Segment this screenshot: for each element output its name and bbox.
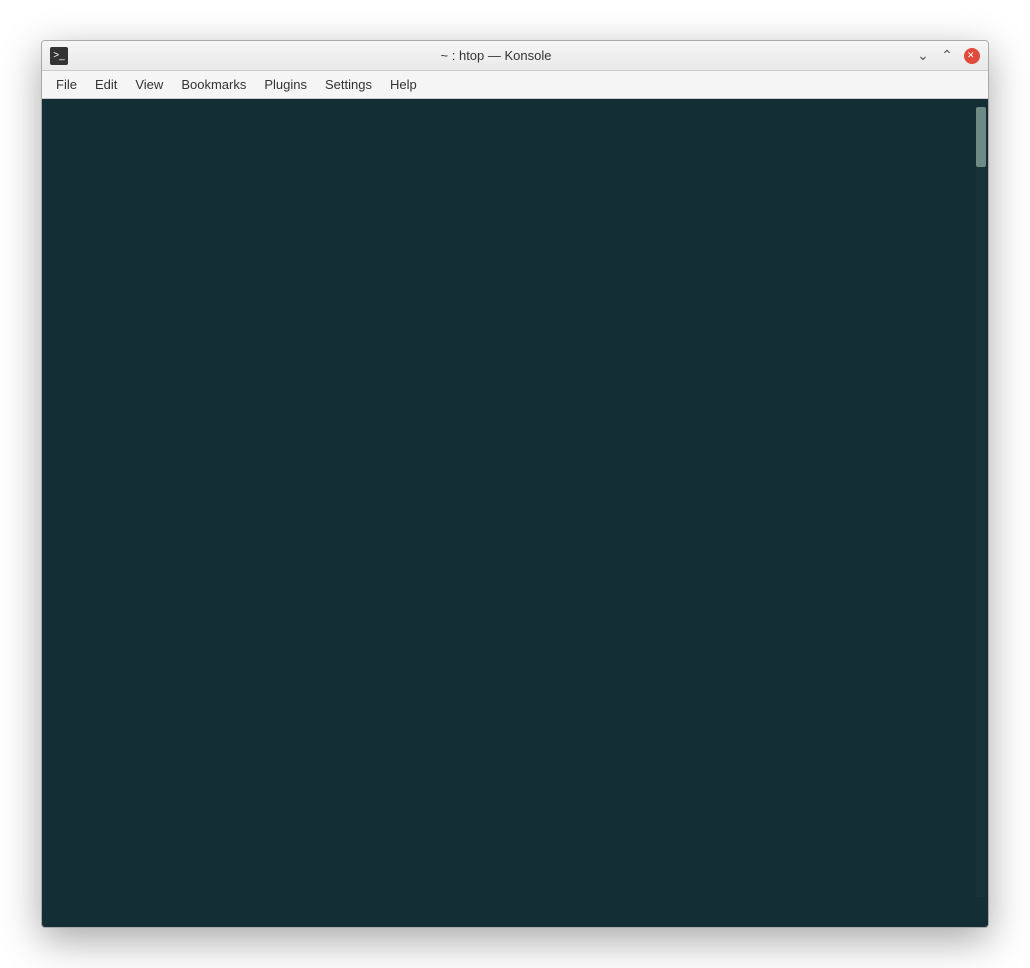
- close-button[interactable]: [964, 48, 980, 64]
- scrollbar[interactable]: [976, 107, 986, 897]
- window-title: ~ : htop — Konsole: [76, 48, 916, 63]
- minimize-button[interactable]: ⌄: [916, 49, 930, 63]
- terminal[interactable]: [42, 99, 988, 927]
- menu-help[interactable]: Help: [390, 77, 417, 92]
- menu-plugins[interactable]: Plugins: [264, 77, 307, 92]
- app-icon: >_: [50, 47, 68, 65]
- menubar: File Edit View Bookmarks Plugins Setting…: [42, 71, 988, 99]
- menu-edit[interactable]: Edit: [95, 77, 117, 92]
- menu-file[interactable]: File: [56, 77, 77, 92]
- menu-bookmarks[interactable]: Bookmarks: [181, 77, 246, 92]
- menu-settings[interactable]: Settings: [325, 77, 372, 92]
- konsole-window: >_ ~ : htop — Konsole ⌄ ⌃ File Edit View…: [41, 40, 989, 928]
- maximize-button[interactable]: ⌃: [940, 49, 954, 63]
- titlebar[interactable]: >_ ~ : htop — Konsole ⌄ ⌃: [42, 41, 988, 71]
- menu-view[interactable]: View: [135, 77, 163, 92]
- scrollbar-thumb[interactable]: [976, 107, 986, 167]
